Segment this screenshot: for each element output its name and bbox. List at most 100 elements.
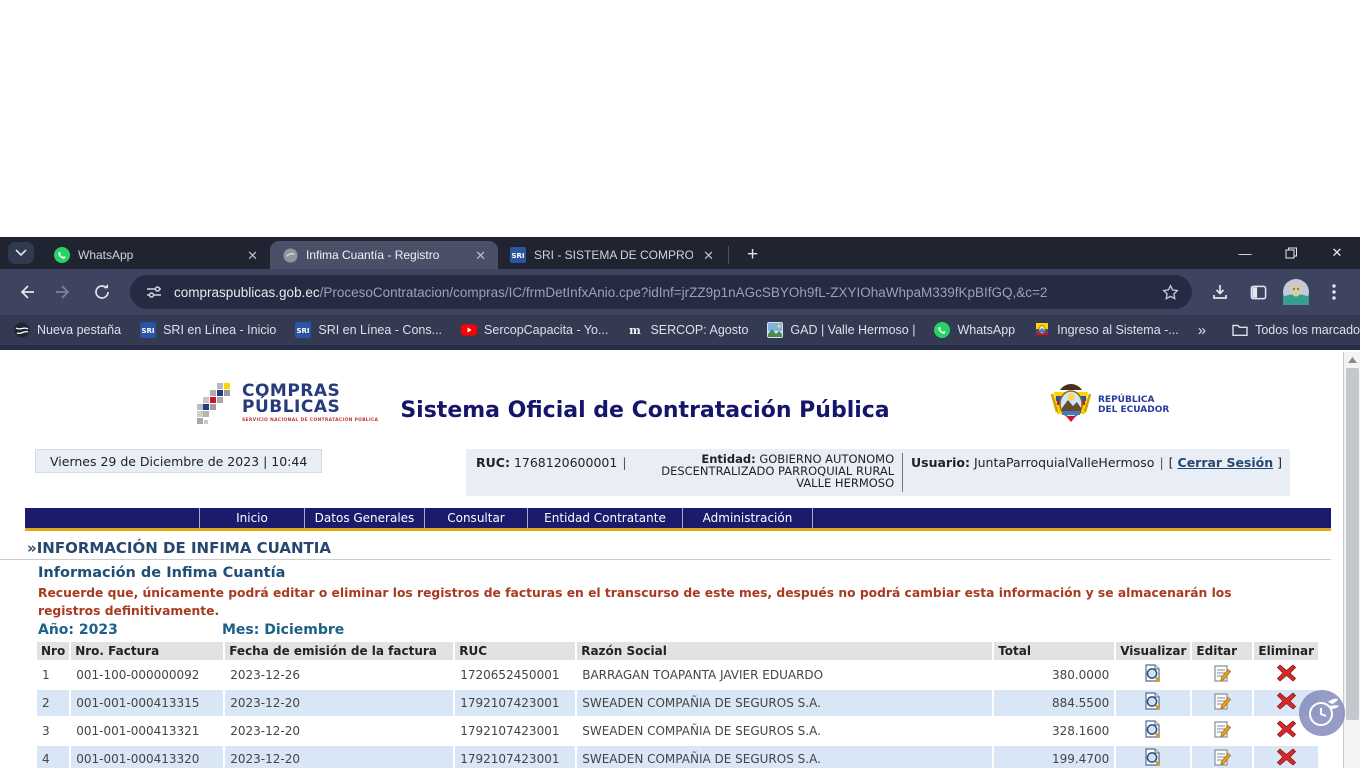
delete-button[interactable]	[1277, 699, 1296, 713]
table-row: 2 001-001-000413315 2023-12-20 179210742…	[37, 690, 1318, 716]
bookmark-gad-valle-hermoso[interactable]: GAD | Valle Hermoso |	[767, 322, 915, 338]
tab-sri[interactable]: SRI SRI - SISTEMA DE COMPROBAN ✕	[498, 241, 726, 269]
cell-nro: 1	[37, 662, 69, 688]
divider-rule	[0, 559, 1331, 560]
menu-accent-line	[25, 528, 1331, 531]
youtube-icon	[461, 322, 477, 338]
view-button[interactable]	[1144, 700, 1162, 714]
view-document-icon	[1144, 720, 1162, 739]
view-button[interactable]	[1144, 756, 1162, 768]
bookmark-nueva-pestana[interactable]: Nueva pestaña	[14, 322, 121, 338]
view-document-icon	[1144, 748, 1162, 767]
tab-close-icon[interactable]: ✕	[245, 247, 260, 264]
tab-close-icon[interactable]: ✕	[701, 247, 716, 264]
browser-menu-button[interactable]	[1318, 276, 1350, 308]
cell-razon-social: SWEADEN COMPAÑIA DE SEGUROS S.A.	[577, 690, 992, 716]
edit-button[interactable]	[1213, 700, 1231, 714]
tab-title: Infima Cuantía - Registro	[306, 248, 465, 262]
tab-search-button[interactable]	[8, 242, 34, 264]
header-total: Total	[994, 642, 1114, 660]
avatar-icon	[1283, 279, 1309, 305]
close-window-button[interactable]: ✕	[1314, 237, 1360, 269]
download-icon	[1211, 283, 1229, 301]
menu-item-inicio[interactable]: Inicio	[200, 508, 305, 528]
cell-total: 380.0000	[994, 662, 1114, 688]
bookmarks-bar-edge	[0, 345, 1360, 350]
cell-nro: 3	[37, 718, 69, 744]
datetime-box: Viernes 29 de Diciembre de 2023 | 10:44	[35, 449, 322, 473]
bookmark-ingreso-sistema[interactable]: Ingreso al Sistema -...	[1034, 322, 1179, 338]
main-menu: Inicio Datos Generales Consultar Entidad…	[25, 508, 1331, 528]
session-divider	[902, 453, 903, 492]
menu-item-administracion[interactable]: Administración	[683, 508, 813, 528]
edit-button[interactable]	[1213, 728, 1231, 742]
logout-link[interactable]: Cerrar Sesión	[1178, 455, 1274, 470]
all-bookmarks-button[interactable]: Todos los marcadores	[1232, 322, 1360, 338]
invoice-table-body: 1 001-100-000000092 2023-12-26 172065245…	[37, 662, 1318, 768]
bookmarks-bar: Nueva pestaña SRI SRI en Línea - Inicio …	[0, 315, 1360, 345]
cell-visualizar	[1116, 746, 1190, 768]
cell-editar	[1192, 718, 1252, 744]
year-label: Año: 2023	[38, 622, 222, 638]
photo-icon	[767, 322, 783, 338]
view-button[interactable]	[1144, 728, 1162, 742]
cell-ruc: 1792107423001	[455, 746, 575, 768]
forward-button[interactable]	[48, 276, 80, 308]
site-info-icon[interactable]	[142, 280, 166, 304]
menu-item-datos-generales[interactable]: Datos Generales	[305, 508, 425, 528]
tab-whatsapp[interactable]: WhatsApp ✕	[42, 241, 270, 269]
bookmark-star-button[interactable]	[1158, 280, 1182, 304]
tab-infima-cuantia-active[interactable]: Infima Cuantía - Registro ✕	[270, 241, 498, 269]
republic-line1: REPÚBLICA	[1098, 395, 1169, 405]
menu-item-consultar[interactable]: Consultar	[425, 508, 528, 528]
tab-title: WhatsApp	[78, 248, 237, 262]
scrollbar-up-arrow[interactable]	[1344, 352, 1360, 367]
bookmark-sri-consultas[interactable]: SRI SRI en Línea - Cons...	[295, 322, 442, 338]
cell-factura: 001-001-000413321	[71, 718, 223, 744]
whatsapp-icon	[934, 322, 950, 338]
table-header-row: Nro Nro. Factura Fecha de emisión de la …	[37, 642, 1318, 660]
whatsapp-icon	[54, 247, 70, 263]
edit-document-icon	[1213, 664, 1231, 683]
bookmark-sercopcapacita[interactable]: SercopCapacita - Yo...	[461, 322, 608, 338]
tab-close-icon[interactable]: ✕	[473, 247, 488, 264]
period-row: Año: 2023Mes: Diciembre	[38, 622, 1343, 639]
reload-button[interactable]	[86, 276, 118, 308]
extension-overlay-button[interactable]	[1299, 690, 1345, 736]
cell-editar	[1192, 662, 1252, 688]
delete-button[interactable]	[1277, 671, 1296, 685]
bookmarks-overflow-button[interactable]: »	[1198, 322, 1206, 339]
bookmark-sercop-agosto[interactable]: m SERCOP: Agosto	[627, 322, 748, 338]
page-scrollbar[interactable]	[1343, 352, 1360, 768]
view-button[interactable]	[1144, 672, 1162, 686]
cell-factura: 001-100-000000092	[71, 662, 223, 688]
delete-button[interactable]	[1277, 727, 1296, 741]
bookmark-sri-inicio[interactable]: SRI SRI en Línea - Inicio	[140, 322, 276, 338]
browser-toolbar: compraspublicas.gob.ec/ProcesoContrataci…	[0, 269, 1360, 315]
restore-button[interactable]	[1268, 237, 1314, 269]
new-tab-button[interactable]: +	[739, 244, 766, 266]
cell-visualizar	[1116, 718, 1190, 744]
breadcrumb: »INFORMACIÓN DE INFIMA CUANTIA	[27, 539, 1343, 557]
scrollbar-thumb[interactable]	[1346, 368, 1359, 720]
cell-eliminar	[1254, 662, 1318, 688]
header-razon-social: Razón Social	[577, 642, 992, 660]
cell-total: 199.4700	[994, 746, 1114, 768]
bookmark-whatsapp[interactable]: WhatsApp	[934, 322, 1015, 338]
downloads-button[interactable]	[1204, 276, 1236, 308]
edit-button[interactable]	[1213, 672, 1231, 686]
cell-factura: 001-001-000413315	[71, 690, 223, 716]
back-button[interactable]	[10, 276, 42, 308]
menu-item-entidad-contratante[interactable]: Entidad Contratante	[528, 508, 683, 528]
svg-text:m: m	[630, 324, 642, 337]
profile-avatar[interactable]	[1280, 276, 1312, 308]
cell-fecha: 2023-12-20	[225, 746, 453, 768]
edit-button[interactable]	[1213, 756, 1231, 768]
address-bar[interactable]: compraspublicas.gob.ec/ProcesoContrataci…	[130, 275, 1192, 309]
side-panel-button[interactable]	[1242, 276, 1274, 308]
delete-button[interactable]	[1277, 755, 1296, 768]
minimize-button[interactable]: —	[1222, 237, 1268, 269]
menu-spacer	[25, 508, 200, 528]
warning-text: Recuerde que, únicamente podrá editar o …	[38, 585, 1253, 621]
cell-ruc: 1792107423001	[455, 690, 575, 716]
